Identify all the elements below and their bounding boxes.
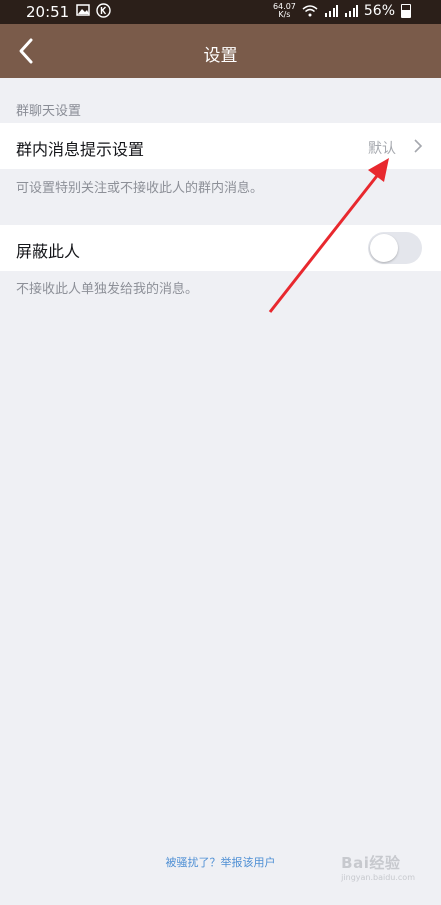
toggle-knob [370, 234, 398, 262]
page-title: 设置 [203, 46, 238, 66]
k-app-icon [96, 3, 111, 18]
block-user-hint: 不接收此人单独发给我的消息。 [16, 282, 199, 297]
group-notify-label: 群内消息提示设置 [16, 140, 145, 159]
group-notify-hint: 可设置特别关注或不接收此人的群内消息。 [16, 181, 264, 196]
signal-4g-icon [324, 5, 338, 17]
wifi-icon [302, 5, 318, 17]
battery-percent: 56% [363, 3, 395, 19]
status-time: 20:51 [26, 3, 70, 21]
block-user-toggle[interactable] [368, 232, 422, 264]
status-notification-icons [76, 3, 111, 18]
status-bar: 20:51 64.07 K/s 56% [0, 0, 441, 24]
network-speed: 64.07 K/s [272, 2, 296, 19]
baidu-watermark: Bai经验 jingyan.baidu.com [341, 854, 415, 882]
status-right: 64.07 K/s 56% [273, 3, 411, 19]
signal-e-icon [344, 5, 358, 17]
block-user-row: 屏蔽此人 [0, 225, 441, 271]
app-bar: 设置 [0, 24, 441, 78]
section-title: 群聊天设置 [16, 104, 82, 119]
block-user-label: 屏蔽此人 [16, 242, 81, 261]
battery-icon [401, 4, 411, 18]
group-notify-value: 默认 [368, 141, 396, 157]
gallery-icon [76, 4, 90, 16]
group-notify-setting-row[interactable]: 群内消息提示设置 默认 [0, 123, 441, 169]
chevron-right-icon [414, 139, 423, 153]
